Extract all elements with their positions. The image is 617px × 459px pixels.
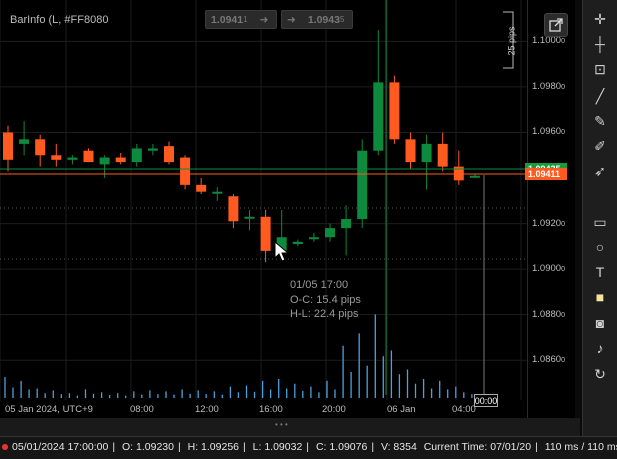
- candle-body: [260, 216, 271, 251]
- candle-body: [228, 196, 239, 222]
- sell-price-button[interactable]: 1.0941 1 ➜: [205, 10, 277, 29]
- status-latency: 110 ms / 110 ms: [544, 441, 617, 453]
- candle-body: [421, 143, 432, 163]
- pen-icon[interactable]: ✎: [588, 110, 612, 132]
- time-tick-label: 06 Jan: [387, 404, 416, 415]
- status-dot-icon: [2, 444, 8, 450]
- mouse-cursor-icon: [274, 241, 290, 262]
- text-icon[interactable]: T: [588, 261, 612, 283]
- price-tick-label: 1.09200: [532, 217, 565, 229]
- candle-body: [147, 148, 158, 151]
- candle-body: [3, 132, 13, 160]
- bar-info-hl: H-L: 22.4 pips: [290, 308, 359, 320]
- candle-body: [341, 219, 352, 229]
- sell-price: 1.0941: [211, 13, 244, 26]
- candle-body: [131, 148, 142, 163]
- status-date: 05/01/2024 17:00:00: [12, 441, 109, 453]
- status-high: H: 1.09256: [187, 441, 239, 453]
- candle-body: [51, 155, 62, 160]
- price-tick-label: 1.08800: [532, 308, 565, 320]
- candle-body: [357, 150, 368, 220]
- time-cursor-label: 00:00: [474, 394, 498, 407]
- crosshair-fine-icon[interactable]: ┼: [588, 33, 612, 55]
- candle-body: [437, 143, 448, 167]
- status-volume: V: 8354: [380, 441, 417, 453]
- arrow-icon[interactable]: ➶: [588, 160, 612, 182]
- arrow-right-icon: ➜: [259, 13, 269, 26]
- candle-body: [389, 82, 400, 140]
- status-low: L: 1.09032: [252, 441, 303, 453]
- price-tag-bid: 1.09411: [525, 168, 567, 180]
- replay-icon[interactable]: ↻: [588, 363, 612, 385]
- price-tick-label: 1.08600: [532, 354, 565, 366]
- candle-body: [405, 139, 416, 163]
- pips-scale: 25 pips: [501, 10, 517, 70]
- price-tick-label: 1.09800: [532, 80, 565, 92]
- price-axis[interactable]: 1.10000 1.09800 1.09600 1.09200 1.09000 1.088…: [527, 0, 576, 418]
- line-icon[interactable]: ╱: [588, 85, 612, 107]
- time-tick-label: 20:00: [322, 404, 346, 415]
- splitter-handle-icon[interactable]: • • •: [275, 420, 288, 429]
- indicator-title: BarInfo (L, #FF8080: [10, 14, 109, 26]
- time-tick-label: 08:00: [130, 404, 154, 415]
- status-close: C: 1.09076: [315, 441, 368, 453]
- candle-body: [292, 241, 303, 245]
- bar-info-box: 01/05 17:00 O-C: 15.4 pips H-L: 22.4 pip…: [290, 278, 361, 322]
- alert-bell-icon[interactable]: ♪: [588, 337, 612, 359]
- chart-scroll-area[interactable]: • • •: [0, 418, 580, 436]
- circle-icon[interactable]: ○: [588, 236, 612, 258]
- time-tick-label: 05 Jan 2024, UTC+9: [5, 404, 93, 415]
- time-axis[interactable]: 05 Jan 2024, UTC+9 08:00 12:00 16:00 20:00 06…: [0, 400, 527, 418]
- chart-canvas[interactable]: [0, 0, 527, 418]
- candle-body: [373, 82, 384, 151]
- time-tick-label: 12:00: [195, 404, 219, 415]
- candle-body: [308, 237, 319, 240]
- price-tick-label: 1.09600: [532, 126, 565, 138]
- brush-icon[interactable]: ✐: [588, 135, 612, 157]
- sell-price-digit: 1: [243, 15, 248, 24]
- drawing-toolbar: ✛ ┼ ⊡ ╱ ✎ ✐ ➶ ▭ ○ T ■ ◙ ♪ ↻: [582, 0, 617, 436]
- candle-body: [469, 175, 480, 178]
- time-tick-label: 16:00: [259, 404, 283, 415]
- candle-body: [19, 139, 30, 144]
- price-tick-label: 1.09000: [532, 263, 565, 275]
- bar-info-oc: O-C: 15.4 pips: [290, 293, 361, 306]
- crop-icon[interactable]: ⊡: [588, 58, 612, 80]
- arrow-right-icon: ➜: [287, 13, 296, 26]
- chart-area[interactable]: BarInfo (L, #FF8080 1.0941 1 ➜ ➜ 1.0943 5 …: [0, 0, 527, 418]
- popout-button[interactable]: [544, 13, 568, 37]
- rectangle-icon[interactable]: ▭: [588, 211, 612, 233]
- candle-body: [244, 216, 255, 219]
- camera-icon[interactable]: ◙: [588, 312, 612, 334]
- time-tick-label: 04:00: [452, 404, 476, 415]
- candle-body: [164, 146, 174, 163]
- status-bar: 05/01/2024 17:00:00 | O: 1.09230 | H: 1.09…: [0, 436, 617, 459]
- crosshair-icon[interactable]: ✛: [588, 8, 612, 30]
- external-link-icon: [549, 18, 563, 32]
- candle-body: [83, 150, 94, 163]
- price-tick-label: 1.10000: [532, 35, 565, 47]
- status-open: O: 1.09230: [122, 441, 174, 453]
- pips-label: 25 pips: [506, 26, 517, 56]
- bar-info-time: 01/05 17:00: [290, 279, 349, 291]
- candle-body: [67, 157, 78, 160]
- candle-body: [212, 191, 223, 194]
- candle-body: [196, 184, 207, 192]
- buy-price-button[interactable]: ➜ 1.0943 5: [281, 10, 353, 29]
- candle-body: [99, 157, 110, 165]
- note-icon[interactable]: ■: [588, 286, 612, 308]
- candle-body: [115, 157, 126, 163]
- buy-price: 1.0943: [307, 13, 340, 26]
- buy-price-digit: 5: [339, 15, 345, 24]
- status-current-time: Current Time: 07/01/20: [423, 441, 532, 453]
- right-gutter: [575, 0, 582, 436]
- candle-body: [325, 228, 335, 238]
- candle-body: [180, 157, 191, 185]
- candle-body: [35, 139, 46, 156]
